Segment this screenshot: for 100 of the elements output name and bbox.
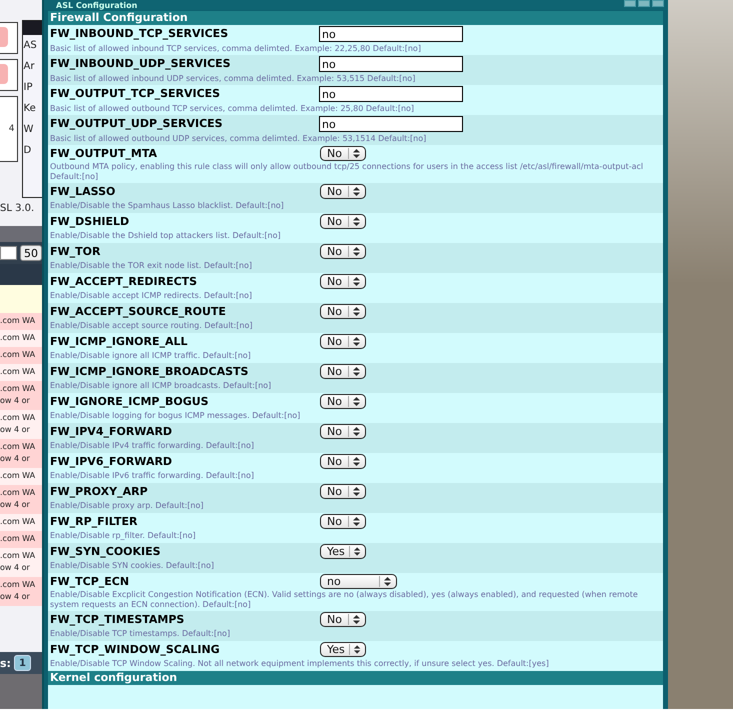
setting-name: FW_OUTPUT_TCP_SERVICES	[50, 86, 222, 101]
dropdown[interactable]: No	[320, 146, 366, 161]
dropdown[interactable]: Yes	[320, 544, 366, 559]
updown-icon	[348, 246, 361, 257]
dropdown[interactable]: No	[320, 214, 366, 229]
status-card	[0, 22, 18, 54]
dropdown[interactable]: No	[320, 274, 366, 289]
filter-field[interactable]	[0, 246, 17, 260]
setting-name: FW_TCP_ECN	[50, 574, 130, 589]
dropdown[interactable]: No	[320, 334, 366, 349]
setting-description: Enable/Disable accept source routing. Default:[no]	[50, 320, 254, 332]
setting-name: FW_OUTPUT_MTA	[50, 146, 158, 161]
setting-name: FW_IPV6_FORWARD	[50, 454, 174, 469]
log-text: .com WA	[0, 487, 36, 499]
setting-description: Enable/Disable accept ICMP redirects. Default:[no]	[50, 290, 254, 302]
dropdown[interactable]: No	[320, 184, 366, 199]
log-text: .com WA	[0, 412, 36, 424]
dropdown[interactable]: No	[320, 612, 366, 627]
log-text: .com WA	[0, 383, 36, 395]
dropdown[interactable]: No	[320, 514, 366, 529]
updown-icon	[348, 614, 361, 625]
updown-icon	[348, 186, 361, 197]
dropdown[interactable]: no	[320, 574, 397, 589]
setting-name: FW_SYN_COOKIES	[50, 544, 162, 559]
setting-name: FW_ACCEPT_REDIRECTS	[50, 274, 198, 289]
updown-icon	[348, 276, 361, 287]
log-text: ow 4 or	[0, 395, 30, 407]
setting-name: FW_INBOUND_TCP_SERVICES	[50, 26, 230, 41]
dropdown[interactable]: No	[320, 364, 366, 379]
setting-name: FW_IGNORE_ICMP_BOGUS	[50, 394, 210, 409]
updown-icon	[348, 306, 361, 317]
dropdown[interactable]: Yes	[320, 642, 366, 657]
updown-icon	[348, 644, 361, 655]
card-value: 4	[8, 124, 16, 134]
setting-description: Enable/Disable ignore all ICMP traffic. Default:[no]	[50, 350, 252, 362]
setting-description: Enable/Disable IPv6 traffic forwarding. Default:[no]	[50, 470, 255, 482]
dropdown[interactable]: No	[320, 394, 366, 409]
setting-description: Enable/Disable TCP timestamps. Default:[no]	[50, 628, 232, 640]
dropdown[interactable]: No	[320, 424, 366, 439]
log-text: .com WA	[0, 579, 36, 591]
log-text: .com WA	[0, 550, 36, 562]
section-header: Kernel configuration	[48, 671, 663, 685]
setting-name: FW_ICMP_IGNORE_ALL	[50, 334, 189, 349]
setting-name: FW_TCP_WINDOW_SCALING	[50, 642, 221, 657]
log-text: .com WA	[0, 533, 36, 545]
setting-name: FW_ACCEPT_SOURCE_ROUTE	[50, 304, 227, 319]
setting-description: Enable/Disable IPv4 traffic forwarding. Default:[no]	[50, 440, 255, 452]
dropdown[interactable]: No	[320, 454, 366, 469]
setting-name: FW_TCP_TIMESTAMPS	[50, 612, 186, 627]
text-field[interactable]: no	[319, 56, 463, 72]
per-page-button[interactable]: 50	[20, 245, 42, 261]
side-tab[interactable]: IP	[22, 77, 33, 98]
updown-icon	[348, 216, 361, 227]
updown-icon	[348, 546, 361, 557]
updown-icon	[379, 576, 392, 587]
page-button[interactable]: 1	[14, 655, 31, 671]
side-tab[interactable]: D	[22, 140, 32, 161]
side-tab[interactable]: AS	[22, 35, 37, 56]
updown-icon	[348, 396, 361, 407]
setting-description: Outbound MTA policy, enabling this rule class will only allow outbound tcp/25 connections for users in the access list /etc/asl/firewall/mta-output-acl Default:[no]	[50, 161, 644, 183]
setting-name: FW_PROXY_ARP	[50, 484, 149, 499]
setting-description: Enable/Disable the TOR exit node list. Default:[no]	[50, 260, 254, 272]
setting-description: Enable/Disable Excplicit Congestion Notification (ECN). Valid settings are no (always disabled), yes (always enabled), and requested (when remote system requests an ECN connection). Default:[no]	[50, 589, 639, 611]
setting-name: FW_ICMP_IGNORE_BROADCASTS	[50, 364, 250, 379]
log-text: ow 4 or	[0, 591, 30, 603]
setting-name: FW_OUTPUT_UDP_SERVICES	[50, 116, 224, 131]
dropdown[interactable]: No	[320, 304, 366, 319]
updown-icon	[348, 148, 361, 159]
setting-description: Enable/Disable SYN cookies. Default:[no]	[50, 560, 216, 572]
pages-label: s:	[0, 656, 11, 670]
close-button[interactable]	[652, 0, 664, 7]
section-header: Firewall Configuration	[48, 11, 663, 25]
dropdown[interactable]: No	[320, 244, 366, 259]
notice-bar	[0, 285, 42, 313]
log-text: ow 4 or	[0, 499, 30, 511]
dropdown[interactable]: No	[320, 484, 366, 499]
side-tab[interactable]: Ke	[22, 98, 36, 119]
status-card	[0, 59, 18, 91]
log-text: ow 4 or	[0, 453, 30, 465]
maximize-button[interactable]	[638, 0, 650, 7]
setting-description: Basic list of allowed inbound TCP services, comma delimted. Example: 22,25,80 Default:[no]	[50, 42, 422, 54]
divider-bar	[0, 226, 42, 242]
setting-name: FW_IPV4_FORWARD	[50, 424, 174, 439]
log-text: ow 4 or	[0, 562, 30, 574]
setting-description: Enable/Disable proxy arp. Default:[no]	[50, 500, 205, 512]
setting-name: FW_DSHIELD	[50, 214, 130, 229]
log-text: .com WA	[0, 315, 36, 327]
version-text: SL 3.0.	[0, 202, 34, 216]
setting-description: Enable/Disable rp_filter. Default:[no]	[50, 530, 197, 542]
minimize-button[interactable]	[624, 0, 636, 7]
setting-description: Basic list of allowed outbound UDP services, comma delimted. Example: 53,1514 Default:[no]	[50, 132, 428, 144]
side-tab[interactable]: Ar	[22, 56, 34, 77]
text-field[interactable]: no	[319, 86, 463, 102]
setting-name: FW_LASSO	[50, 184, 116, 199]
text-field[interactable]: no	[319, 26, 463, 42]
text-field[interactable]: no	[319, 116, 463, 132]
footer-area	[0, 674, 42, 709]
side-tab[interactable]: W	[22, 119, 34, 140]
log-text: .com WA	[0, 349, 36, 361]
updown-icon	[348, 486, 361, 497]
